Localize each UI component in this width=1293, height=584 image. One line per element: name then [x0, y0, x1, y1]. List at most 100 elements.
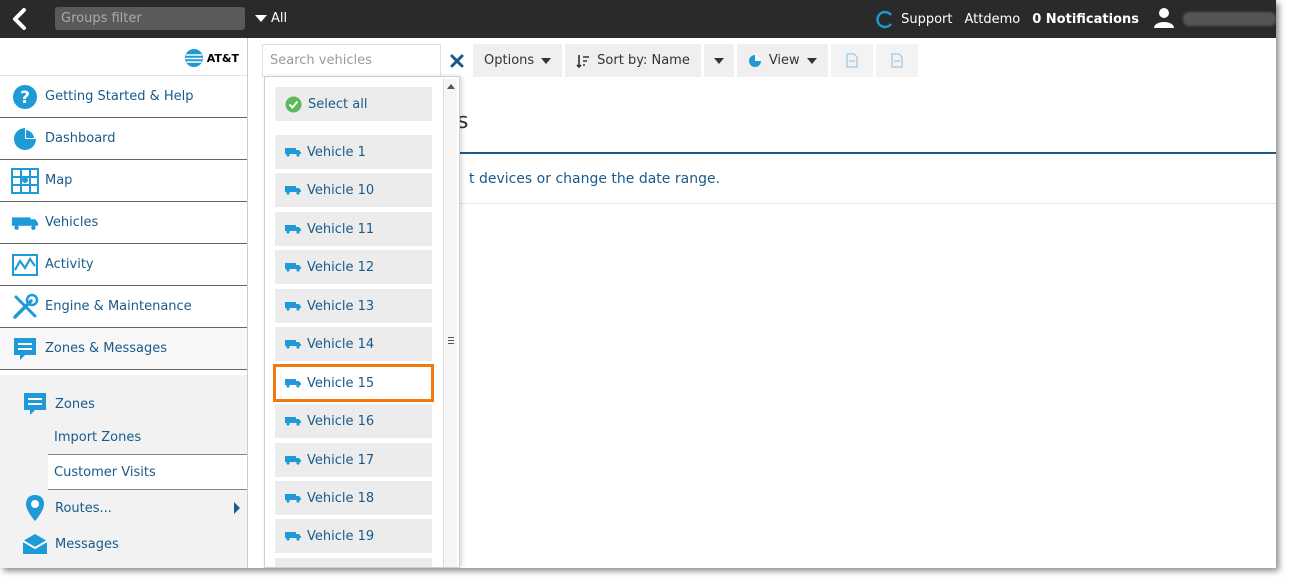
caret-down-icon: [255, 15, 267, 22]
truck-icon: [285, 493, 301, 503]
vehicle-option[interactable]: Vehicle 18: [275, 481, 432, 515]
check-circle-icon: [285, 96, 302, 113]
document-icon: [891, 53, 903, 68]
truck-icon: [285, 339, 301, 349]
account-link[interactable]: Attdemo: [965, 12, 1021, 27]
vehicle-option[interactable]: Vehicle 17: [275, 443, 432, 477]
sidebar-item-label: Map: [45, 173, 73, 188]
vehicle-name: Vehicle 11: [307, 221, 375, 237]
left-sidebar: AT&T ? Getting Started & Help Dashboard …: [0, 38, 248, 568]
sidebar-item-label: Import Zones: [54, 429, 142, 445]
logo-row: AT&T: [0, 38, 247, 76]
dashboard-icon: [11, 125, 39, 153]
truck-icon: [285, 185, 301, 195]
app-window: All Support Attdemo 0 Notifications AT&T: [0, 0, 1276, 568]
page-title-area: s: [457, 87, 1276, 154]
vehicle-name: Vehicle 19: [307, 528, 375, 544]
sidebar-item-getting-started[interactable]: ? Getting Started & Help: [0, 76, 247, 118]
options-button[interactable]: Options: [473, 44, 563, 77]
top-bar: All Support Attdemo 0 Notifications: [0, 0, 1276, 38]
notifications-link[interactable]: 0 Notifications: [1032, 12, 1139, 27]
truck-icon: [285, 416, 301, 426]
svg-text:?: ?: [20, 88, 30, 108]
truck-icon: [285, 301, 301, 311]
att-logo-text: AT&T: [206, 51, 239, 65]
vehicle-option[interactable]: Vehicle 19: [275, 519, 432, 553]
sidebar-item-vehicles[interactable]: Vehicles: [0, 202, 247, 244]
vehicle-option[interactable]: Vehicle 14: [275, 327, 432, 361]
sidebar-item-routes[interactable]: Routes...: [0, 490, 247, 526]
sidebar-item-zones[interactable]: Zones: [0, 386, 247, 422]
support-icon: [876, 10, 893, 29]
support-label: Support: [901, 11, 953, 27]
caret-down-icon: [541, 57, 552, 64]
scroll-up-arrow-icon[interactable]: [447, 84, 455, 89]
vehicle-option[interactable]: Vehicle 13: [275, 289, 432, 323]
support-link[interactable]: Support: [875, 9, 953, 29]
zones-messages-submenu: Zones Import Zones Customer Visits Route…: [0, 375, 247, 568]
sidebar-item-engine-maintenance[interactable]: Engine & Maintenance: [0, 286, 247, 328]
vehicle-name: Vehicle 12: [307, 259, 375, 275]
user-icon[interactable]: [1153, 6, 1175, 32]
truck-icon: [285, 378, 301, 388]
back-arrow-icon[interactable]: [9, 8, 33, 30]
vehicle-name: Vehicle 18: [307, 490, 375, 506]
sidebar-item-label: Messages: [55, 536, 119, 552]
vehicles-toolbar: Options Sort by: Name View: [262, 44, 918, 77]
sidebar-item-label: Customer Visits: [54, 464, 156, 480]
vehicles-icon: [11, 209, 39, 237]
print-button[interactable]: [875, 44, 918, 77]
sidebar-item-label: Zones & Messages: [45, 341, 168, 356]
all-label: All: [271, 11, 288, 26]
truck-icon: [285, 224, 301, 234]
zones-messages-icon: [11, 335, 39, 363]
options-label: Options: [484, 53, 535, 68]
sidebar-item-dashboard[interactable]: Dashboard: [0, 118, 247, 160]
truck-icon: [285, 147, 301, 157]
sidebar-item-zones-messages[interactable]: Zones & Messages: [0, 328, 247, 370]
vehicle-name: Vehicle 17: [307, 452, 375, 468]
truck-icon: [285, 262, 301, 272]
help-icon: ?: [11, 83, 39, 111]
groups-all-dropdown[interactable]: All: [255, 11, 287, 26]
user-email-redacted: [1183, 12, 1276, 26]
vehicle-option-partial[interactable]: [275, 558, 432, 567]
view-button[interactable]: View: [736, 44, 828, 77]
top-right-menu: Support Attdemo 0 Notifications: [875, 0, 1276, 38]
sidebar-item-messages[interactable]: Messages: [0, 526, 247, 562]
pie-view-icon: [748, 54, 761, 67]
sort-icon: [576, 54, 590, 68]
chevron-right-icon: [234, 502, 240, 514]
sort-label: Sort by: Name: [597, 53, 690, 68]
sidebar-item-activity[interactable]: Activity: [0, 244, 247, 286]
sidebar-item-label: Engine & Maintenance: [45, 299, 192, 314]
envelope-icon: [22, 533, 48, 555]
view-label: View: [768, 53, 800, 68]
vehicle-option[interactable]: Vehicle 1: [275, 135, 432, 169]
select-all-option[interactable]: Select all: [275, 87, 432, 121]
vehicle-option[interactable]: Vehicle 16: [275, 404, 432, 438]
sidebar-item-customer-visits[interactable]: Customer Visits: [48, 455, 247, 490]
vehicle-option[interactable]: Vehicle 10: [275, 173, 432, 207]
scroll-grip-icon[interactable]: [448, 337, 454, 344]
search-vehicles-input[interactable]: [262, 44, 441, 77]
dropdown-scrollbar[interactable]: [443, 79, 457, 567]
vehicle-option-highlighted[interactable]: Vehicle 15: [273, 364, 434, 402]
zones-icon: [22, 392, 48, 416]
select-all-label: Select all: [308, 96, 368, 112]
vehicle-option[interactable]: Vehicle 11: [275, 212, 432, 246]
att-globe-icon: [184, 49, 203, 67]
truck-icon: [285, 531, 301, 541]
sidebar-item-import-zones[interactable]: Import Zones: [48, 420, 247, 455]
sidebar-item-map[interactable]: Map: [0, 160, 247, 202]
vehicle-name: Vehicle 1: [307, 144, 366, 160]
caret-down-icon: [806, 57, 817, 64]
vehicle-option[interactable]: Vehicle 12: [275, 250, 432, 284]
export-button[interactable]: [830, 44, 873, 77]
map-icon: [11, 167, 39, 195]
sort-button[interactable]: Sort by: Name: [565, 44, 701, 77]
groups-filter-input[interactable]: [55, 7, 245, 30]
clear-search-icon[interactable]: [444, 44, 470, 77]
sidebar-item-label: Zones: [55, 396, 95, 412]
sort-direction-button[interactable]: [703, 44, 734, 77]
